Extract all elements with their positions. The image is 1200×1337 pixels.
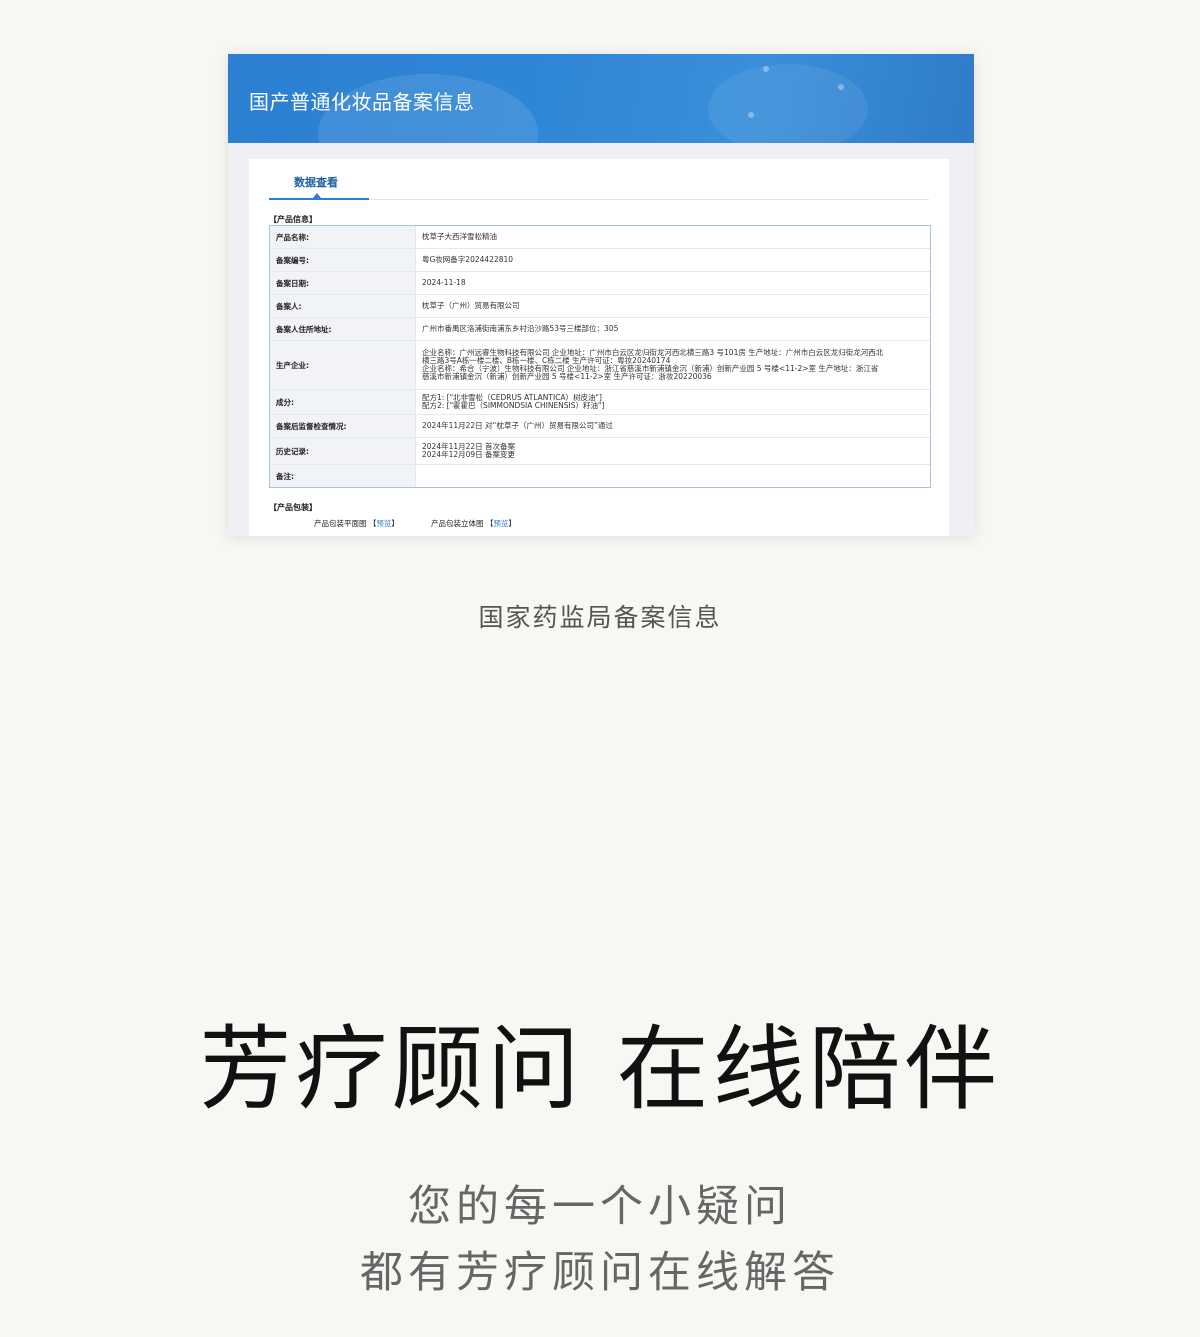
row-value: 2024年11月22日 首次备案 2024年12月09日 备案变更	[416, 438, 930, 464]
detail-panel: 数据查看 【产品信息】 产品名称: 枕草子大西洋雪松精油 备案编号: 粤G妆网备字20…	[249, 159, 949, 536]
row-value-line: 枕草子大西洋雪松精油	[422, 232, 497, 241]
row-value-line: 慈溪市新浦镇金沉（新浦）创新产业园 5 号楼<11-2>室 生产许可证：浙妆20…	[422, 372, 712, 381]
row-label: 备案编号:	[270, 249, 416, 271]
row-value-line: 2024-11-18	[422, 278, 466, 287]
row-value-line: 粤G妆网备字2024422810	[422, 255, 514, 264]
row-label: 备案日期:	[270, 272, 416, 294]
product-info-table: 产品名称: 枕草子大西洋雪松精油 备案编号: 粤G妆网备字2024422810 备案日期…	[269, 225, 931, 488]
package-3d-label: 产品包装立体图	[431, 519, 484, 528]
package-3d-item: 产品包装立体图 【预览】	[431, 518, 516, 529]
banner-dot	[748, 112, 754, 118]
row-value-line: 枕草子（广州）贸易有限公司	[422, 301, 520, 310]
row-value: 2024年11月22日 对“枕草子（广州）贸易有限公司”通过	[416, 415, 930, 437]
active-tab-arrow	[313, 193, 321, 198]
banner-decoration	[708, 64, 868, 143]
table-row: 生产企业: 企业名称：广州远睿生物科技有限公司 企业地址：广州市白云区龙归街龙河西…	[270, 341, 930, 390]
row-value: 配方1: ["北非雪松（CEDRUS ATLANTICA）树皮油"] 配方2: […	[416, 390, 930, 414]
table-row: 成分: 配方1: ["北非雪松（CEDRUS ATLANTICA）树皮油"] 配方2…	[270, 390, 930, 415]
table-row: 产品名称: 枕草子大西洋雪松精油	[270, 226, 930, 249]
active-tab-underline	[269, 198, 369, 200]
row-label: 成分:	[270, 390, 416, 414]
row-value-line: 广州市番禺区洛浦街南浦东乡村沿沙路53号三楼部位：305	[422, 324, 619, 333]
package-3d-preview-link[interactable]: 预览	[493, 519, 508, 528]
row-label: 备案人:	[270, 295, 416, 317]
table-row: 备注:	[270, 465, 930, 487]
package-flat-label: 产品包装平面图	[314, 519, 367, 528]
table-row: 备案日期: 2024-11-18	[270, 272, 930, 295]
section-package: 【产品包装】	[269, 503, 317, 512]
row-label: 备注:	[270, 465, 416, 487]
filing-record-screenshot: 国产普通化妆品备案信息 数据查看 【产品信息】 产品名称: 枕草子大西洋雪松精油备…	[228, 54, 974, 536]
row-label: 备案后监督检查情况:	[270, 415, 416, 437]
row-value: 粤G妆网备字2024422810	[416, 249, 930, 271]
row-value: 企业名称：广州远睿生物科技有限公司 企业地址：广州市白云区龙归街龙河西北横三路3…	[416, 341, 930, 389]
row-label: 产品名称:	[270, 226, 416, 248]
banner-dot	[838, 84, 844, 90]
row-value-line: 配方2: ["霍霍巴（SIMMONDSIA CHINENSIS）籽油"]	[422, 401, 605, 410]
table-row: 备案人: 枕草子（广州）贸易有限公司	[270, 295, 930, 318]
table-row: 历史记录: 2024年11月22日 首次备案 2024年12月09日 备案变更	[270, 438, 930, 465]
image-caption: 国家药监局备案信息	[478, 603, 722, 632]
headline: 芳疗顾问 在线陪伴	[199, 1016, 1001, 1123]
row-label: 历史记录:	[270, 438, 416, 464]
row-value	[416, 465, 930, 487]
banner-dot	[763, 66, 769, 72]
row-value: 枕草子（广州）贸易有限公司	[416, 295, 930, 317]
bracket-close: 】	[508, 519, 516, 528]
table-row: 备案后监督检查情况: 2024年11月22日 对“枕草子（广州）贸易有限公司”通过	[270, 415, 930, 438]
table-row: 备案人住所地址: 广州市番禺区洛浦街南浦东乡村沿沙路53号三楼部位：305	[270, 318, 930, 341]
row-value-line: 2024年11月22日 对“枕草子（广州）贸易有限公司”通过	[422, 421, 613, 430]
tab-data-view[interactable]: 数据查看	[294, 174, 338, 190]
row-label: 生产企业:	[270, 341, 416, 389]
row-value: 广州市番禺区洛浦街南浦东乡村沿沙路53号三楼部位：305	[416, 318, 930, 340]
header-banner: 国产普通化妆品备案信息	[228, 54, 974, 143]
package-flat-preview-link[interactable]: 预览	[376, 519, 391, 528]
section-product-info: 【产品信息】	[269, 215, 317, 224]
banner-title: 国产普通化妆品备案信息	[249, 90, 475, 114]
row-value: 2024-11-18	[416, 272, 930, 294]
row-value-line: 2024年12月09日 备案变更	[422, 450, 516, 459]
package-flat-item: 产品包装平面图 【预览】	[314, 518, 399, 529]
row-value: 枕草子大西洋雪松精油	[416, 226, 930, 248]
bracket-close: 】	[391, 519, 399, 528]
subline-1: 您的每一个小疑问	[408, 1182, 792, 1232]
table-row: 备案编号: 粤G妆网备字2024422810	[270, 249, 930, 272]
row-label: 备案人住所地址:	[270, 318, 416, 340]
subline-2: 都有芳疗顾问在线解答	[360, 1248, 840, 1298]
